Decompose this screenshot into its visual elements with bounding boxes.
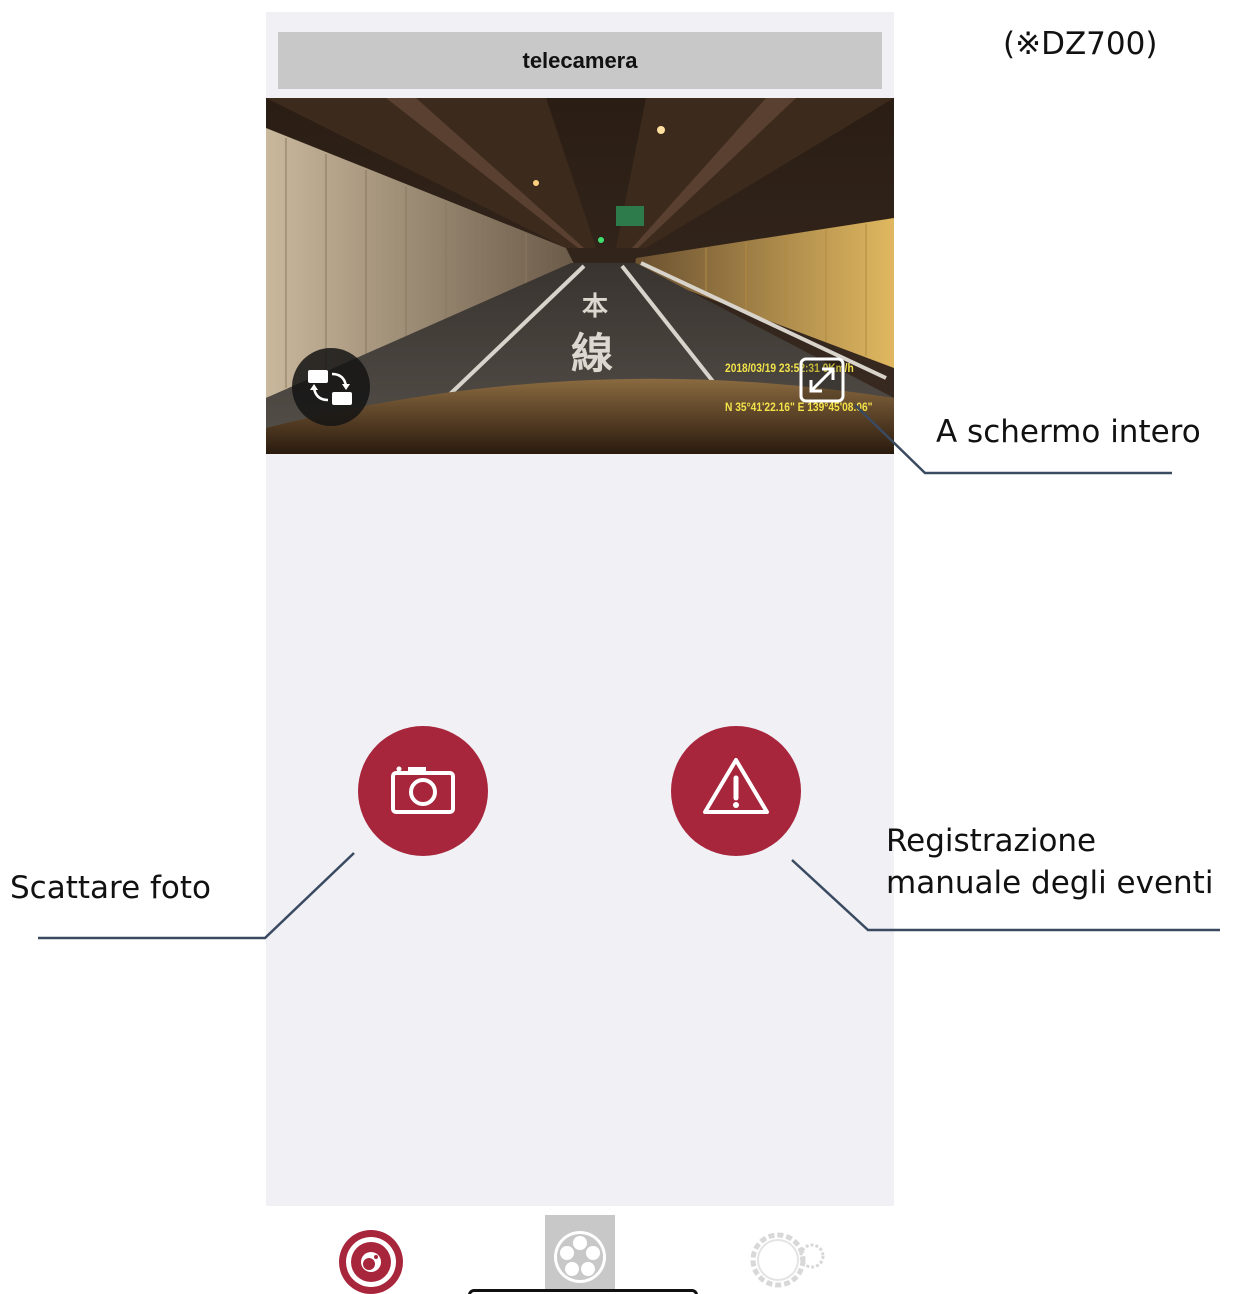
gear-icon: [750, 1232, 825, 1288]
road-marking: 線: [571, 329, 614, 378]
fullscreen-button[interactable]: [798, 356, 846, 404]
tab-media[interactable]: [545, 1215, 615, 1294]
swap-camera-button[interactable]: [292, 348, 370, 426]
warning-icon: [703, 758, 769, 814]
manual-event-annotation: Registrazione manuale degli eventi: [886, 820, 1213, 904]
model-note: (※DZ700): [1003, 26, 1158, 62]
road-marking: 本: [582, 292, 609, 322]
swap-camera-icon: [308, 370, 352, 405]
screen: telecamera 本 線 2018/03/19 23:52:31 0Km/h…: [0, 0, 1244, 1294]
home-indicator: [468, 1289, 698, 1294]
manual-event-annotation-line1: Registrazione: [886, 823, 1097, 859]
take-photo-annotation: Scattare foto: [10, 870, 212, 906]
fullscreen-icon: [799, 357, 845, 403]
page-title: telecamera: [278, 32, 882, 89]
film-reel-icon: [545, 1215, 615, 1294]
manual-event-annotation-line2: manuale degli eventi: [886, 865, 1214, 901]
phone-screen: telecamera 本 線 2018/03/19 23:52:31 0Km/h…: [266, 12, 894, 1206]
take-photo-button[interactable]: [358, 726, 488, 856]
camera-icon: [391, 766, 455, 814]
manual-event-record-button[interactable]: [671, 726, 801, 856]
tab-settings[interactable]: [742, 1222, 832, 1294]
record-icon: [339, 1230, 403, 1294]
fullscreen-annotation: A schermo intero: [936, 414, 1201, 450]
live-video-view[interactable]: 本 線 2018/03/19 23:52:31 0Km/h N 35°41'22…: [266, 98, 894, 454]
tab-camera[interactable]: [335, 1226, 407, 1294]
